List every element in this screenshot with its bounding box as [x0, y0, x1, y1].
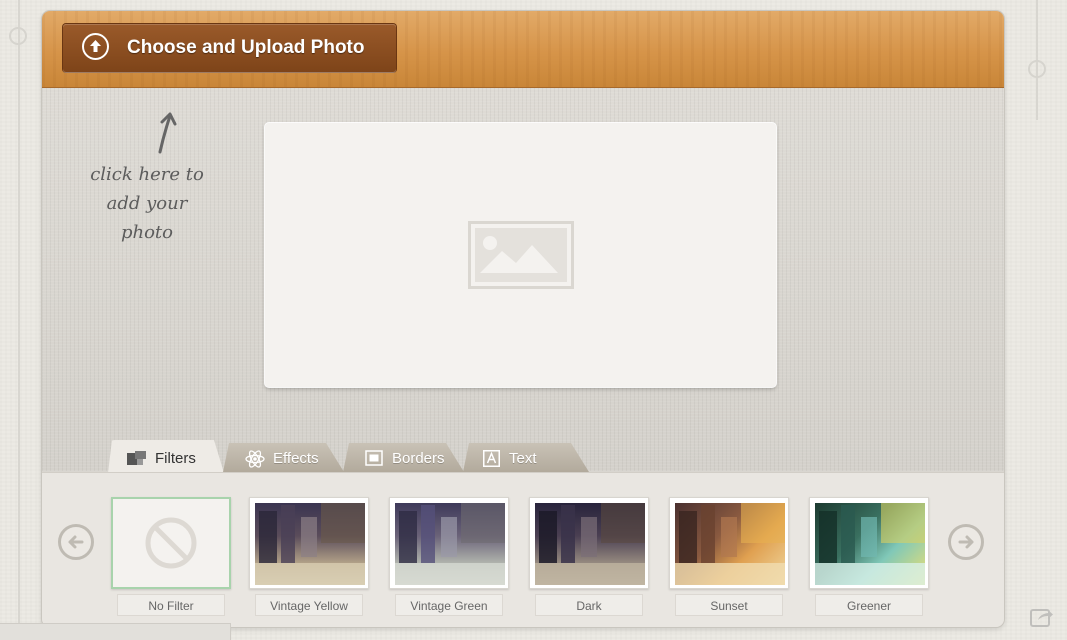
- photo-editor-app: Choose and Upload Photo click here to ad…: [42, 11, 1004, 627]
- tab-filters[interactable]: Filters: [108, 440, 224, 473]
- tab-borders[interactable]: Borders: [343, 443, 464, 472]
- next-arrow-button[interactable]: [948, 524, 984, 560]
- city-street-image: [255, 503, 365, 585]
- bottom-panel-tab[interactable]: [0, 623, 231, 640]
- hint-text: click here to add your photo: [82, 160, 212, 247]
- photo-preview-frame[interactable]: [265, 123, 776, 387]
- tab-text[interactable]: Text: [463, 443, 589, 472]
- city-silhouette: [675, 503, 785, 585]
- filter-thumbnail: [389, 497, 509, 589]
- hint-arrow-icon: [158, 112, 177, 154]
- filter-thumbnail: [669, 497, 789, 589]
- no-filter-icon: [145, 517, 197, 569]
- background-ring: [9, 27, 27, 45]
- editor-tabs: Filters Effects Borders Text: [108, 440, 628, 472]
- tab-effects-label: Effects: [273, 450, 319, 467]
- filter-label: No Filter: [117, 594, 225, 616]
- tab-filters-label: Filters: [155, 450, 196, 467]
- background-line: [18, 0, 20, 639]
- city-street-image: [535, 503, 645, 585]
- tab-effects[interactable]: Effects: [223, 443, 344, 472]
- previous-arrow-button[interactable]: [58, 524, 94, 560]
- tab-borders-label: Borders: [392, 450, 445, 467]
- upload-hint: click here to add your photo: [82, 108, 232, 243]
- arrow-right-icon: [958, 535, 974, 549]
- upload-button-label: Choose and Upload Photo: [127, 37, 365, 58]
- background-ring: [1028, 60, 1046, 78]
- upload-arrow-icon: [82, 33, 109, 60]
- hint-line-2: add your photo: [106, 193, 188, 243]
- image-placeholder-icon: [468, 221, 574, 289]
- filter-thumbnail: [111, 497, 231, 589]
- arrow-left-icon: [68, 535, 84, 549]
- hint-line-1: click here to: [90, 164, 204, 185]
- tab-text-label: Text: [509, 450, 537, 467]
- atom-icon: [245, 450, 265, 468]
- text-a-icon: [483, 450, 500, 467]
- city-street-image: [675, 503, 785, 585]
- city-silhouette: [255, 503, 365, 585]
- share-icon[interactable]: [1030, 606, 1054, 628]
- city-street-image: [395, 503, 505, 585]
- choose-upload-photo-button[interactable]: Choose and Upload Photo: [63, 24, 396, 72]
- filter-label: Sunset: [675, 594, 783, 616]
- filters-icon: [127, 450, 147, 466]
- filter-label: Dark: [535, 594, 643, 616]
- filter-strip: No Filter Vintage Yellow Vintage Green D…: [42, 472, 1004, 627]
- filter-thumbnail: [529, 497, 649, 589]
- city-street-image: [815, 503, 925, 585]
- filter-thumbnail: [809, 497, 929, 589]
- city-silhouette: [395, 503, 505, 585]
- filter-thumbnail: [249, 497, 369, 589]
- city-silhouette: [535, 503, 645, 585]
- border-frame-icon: [365, 450, 383, 466]
- filter-label: Vintage Green: [395, 594, 503, 616]
- canvas-area: click here to add your photo: [42, 88, 1004, 471]
- filter-label: Vintage Yellow: [255, 594, 363, 616]
- city-silhouette: [815, 503, 925, 585]
- header-bar: Choose and Upload Photo: [42, 11, 1004, 88]
- filter-label: Greener: [815, 594, 923, 616]
